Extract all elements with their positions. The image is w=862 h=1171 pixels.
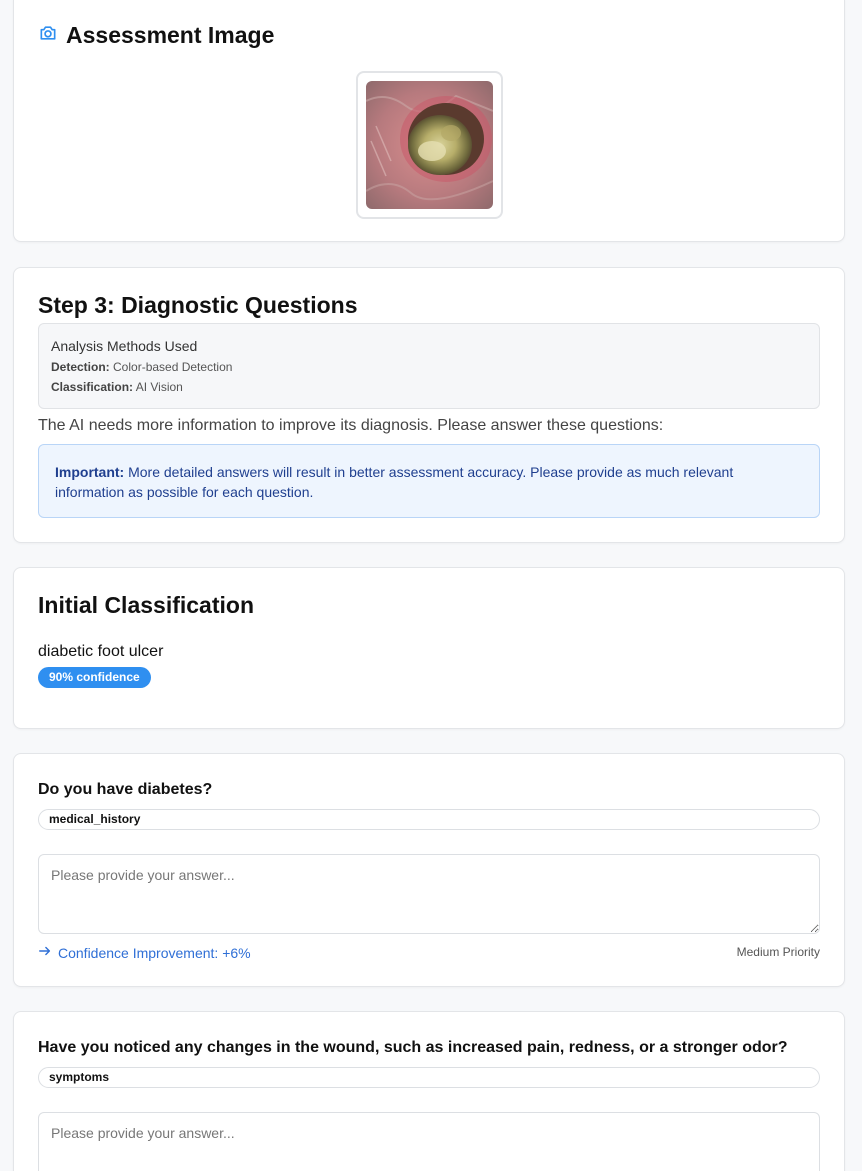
detection-value: Color-based Detection <box>113 360 233 374</box>
initial-classification-card: Initial Classification diabetic foot ulc… <box>13 567 845 729</box>
assessment-image-title: Assessment Image <box>66 22 275 48</box>
analysis-methods-box: Analysis Methods Used Detection: Color-b… <box>38 323 820 409</box>
question-category-tag: symptoms <box>38 1067 820 1088</box>
camera-icon <box>38 23 66 48</box>
important-notice: Important: More detailed answers will re… <box>38 444 820 518</box>
question-card: Have you noticed any changes in the woun… <box>13 1011 845 1171</box>
confidence-badge: 90% confidence <box>38 667 151 688</box>
question-card: Do you have diabetes? medical_history Co… <box>13 753 845 987</box>
priority-label: Medium Priority <box>736 945 820 959</box>
classification-method: Classification: AI Vision <box>51 380 807 394</box>
classification-label: Classification: <box>51 380 134 394</box>
confidence-improvement: Confidence Improvement: +6% <box>38 944 251 961</box>
analysis-methods-heading: Analysis Methods Used <box>51 338 198 354</box>
detection-label: Detection: <box>51 360 110 374</box>
answer-textarea[interactable] <box>38 1112 820 1171</box>
important-text: More detailed answers will result in bet… <box>55 464 734 500</box>
wound-photo <box>366 81 493 209</box>
question-text: Do you have diabetes? <box>38 781 213 798</box>
answer-textarea[interactable] <box>38 854 820 934</box>
detection-method: Detection: Color-based Detection <box>51 360 807 374</box>
question-category-tag: medical_history <box>38 809 820 830</box>
classification-value: AI Vision <box>135 380 183 394</box>
step-title: Step 3: Diagnostic Questions <box>38 292 358 318</box>
assessment-image-card: Assessment Image <box>13 0 845 242</box>
intro-text: The AI needs more information to improve… <box>38 417 664 434</box>
classification-title: Initial Classification <box>38 592 254 618</box>
diagnostic-questions-card: Step 3: Diagnostic Questions Analysis Me… <box>13 267 845 543</box>
question-text: Have you noticed any changes in the woun… <box>38 1039 788 1056</box>
assessment-image-header: Assessment Image <box>38 22 274 49</box>
confidence-improvement-text: Confidence Improvement: +6% <box>58 944 251 961</box>
important-label: Important: <box>55 464 125 480</box>
classification-name: diabetic foot ulcer <box>38 643 164 660</box>
wound-image[interactable] <box>356 71 503 219</box>
arrow-right-icon <box>38 944 58 961</box>
